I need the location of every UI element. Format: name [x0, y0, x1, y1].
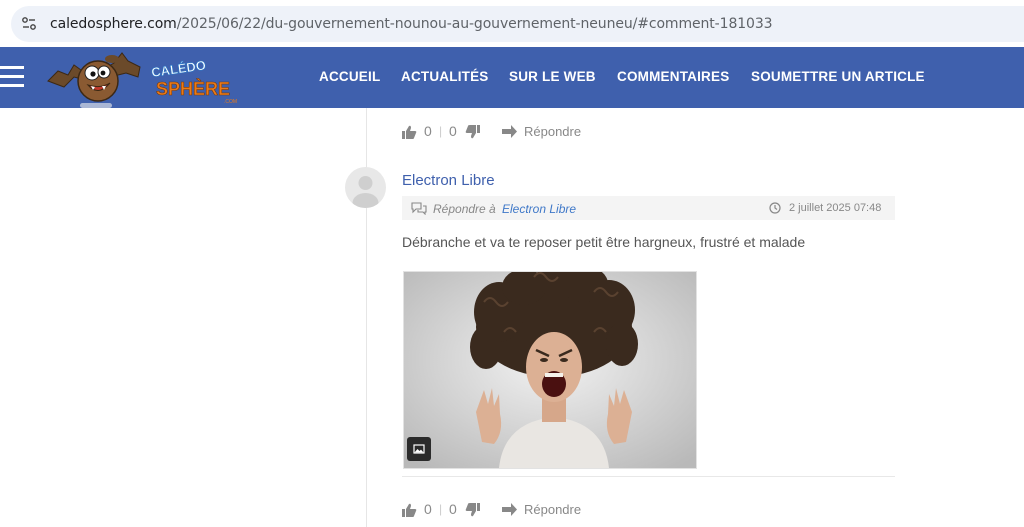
- url-domain: caledosphere.com: [50, 16, 177, 32]
- nav-item-commentaires[interactable]: COMMENTAIRES: [617, 69, 729, 84]
- hamburger-menu-icon[interactable]: [0, 66, 24, 88]
- comments-icon: [411, 202, 427, 215]
- thumbs-down-icon[interactable]: [465, 125, 480, 139]
- comment-meta-bar: Répondre à Electron Libre 2 juillet 2025…: [402, 196, 895, 220]
- thumbs-down-icon[interactable]: [465, 503, 480, 517]
- avatar: [345, 167, 386, 208]
- nav-item-sur-le-web[interactable]: SUR LE WEB: [509, 69, 596, 84]
- logo-text-bottom: SPHÈRE: [156, 78, 230, 99]
- url-path: /2025/06/22/du-gouvernement-nounou-au-go…: [176, 16, 773, 32]
- dislike-count: 0: [449, 501, 457, 517]
- site-logo[interactable]: CALÉDO SPHÈRE .COM: [44, 47, 244, 107]
- nav-item-soumettre-un-article[interactable]: SOUMETTRE UN ARTICLE: [751, 69, 925, 84]
- site-settings-icon[interactable]: [21, 16, 37, 32]
- browser-address-bar: caledosphere.com/2025/06/22/du-gouvernem…: [0, 0, 1024, 47]
- nav-item-accueil[interactable]: ACCUEIL: [319, 69, 380, 84]
- comment-divider: [402, 476, 895, 477]
- image-badge: [407, 437, 431, 461]
- reply-to-name[interactable]: Electron Libre: [502, 202, 576, 216]
- url-text[interactable]: caledosphere.com/2025/06/22/du-gouvernem…: [50, 16, 773, 32]
- thumbs-up-icon[interactable]: [402, 503, 417, 517]
- logo-text-top: CALÉDO: [150, 57, 206, 79]
- reply-link[interactable]: Répondre: [524, 124, 581, 139]
- comment-text: Débranche et va te reposer petit être ha…: [402, 234, 806, 250]
- vote-separator: |: [439, 124, 443, 138]
- dislike-count: 0: [449, 123, 457, 139]
- user-placeholder-icon: [352, 176, 379, 208]
- like-count: 0: [424, 123, 432, 139]
- like-count: 0: [424, 501, 432, 517]
- comment-date[interactable]: 2 juillet 2025 07:48: [789, 202, 881, 214]
- logo-text-com: .COM: [224, 99, 237, 105]
- thumbs-up-icon[interactable]: [402, 125, 417, 139]
- nav-item-actualites[interactable]: ACTUALITÉS: [401, 69, 489, 84]
- image-icon: [413, 444, 425, 454]
- reply-to-label: Répondre à: [433, 202, 496, 216]
- vote-separator: |: [439, 502, 443, 516]
- reply-link[interactable]: Répondre: [524, 502, 581, 517]
- reply-arrow-icon[interactable]: [501, 125, 517, 138]
- screaming-woman-image: [404, 272, 696, 468]
- comment-image[interactable]: [403, 271, 697, 469]
- comment-author[interactable]: Electron Libre: [402, 172, 495, 189]
- clock-icon: [769, 202, 781, 214]
- reply-arrow-icon[interactable]: [501, 503, 517, 516]
